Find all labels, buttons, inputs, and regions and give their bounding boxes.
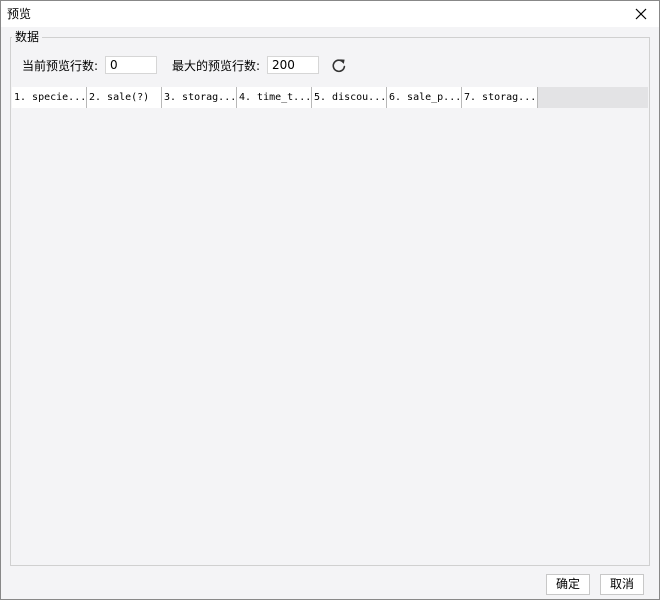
column-header-3[interactable]: 3. storag... bbox=[162, 87, 237, 108]
preview-dialog: 预览 数据 当前预览行数: 最大的预览行数: 1. specie... 2. s… bbox=[0, 0, 660, 600]
refresh-icon bbox=[332, 59, 346, 73]
close-icon bbox=[635, 8, 647, 20]
group-legend: 数据 bbox=[12, 30, 43, 44]
close-button[interactable] bbox=[629, 3, 653, 25]
column-header-2[interactable]: 2. sale(?) bbox=[87, 87, 162, 108]
column-header-5[interactable]: 5. discou... bbox=[312, 87, 387, 108]
column-header-1[interactable]: 1. specie... bbox=[12, 87, 87, 108]
table-header: 1. specie... 2. sale(?) 3. storag... 4. … bbox=[12, 87, 648, 108]
max-rows-input[interactable] bbox=[267, 56, 319, 74]
title-bar: 预览 bbox=[1, 1, 659, 27]
dialog-title: 预览 bbox=[7, 7, 32, 21]
column-header-7[interactable]: 7. storag... bbox=[462, 87, 538, 108]
current-rows-input[interactable] bbox=[105, 56, 157, 74]
preview-table: 1. specie... 2. sale(?) 3. storag... 4. … bbox=[12, 87, 649, 563]
cancel-button[interactable]: 取消 bbox=[600, 574, 644, 595]
column-header-6[interactable]: 6. sale_p... bbox=[387, 87, 462, 108]
ok-button[interactable]: 确定 bbox=[546, 574, 590, 595]
current-rows-label: 当前预览行数: bbox=[22, 59, 99, 73]
refresh-button[interactable] bbox=[330, 57, 348, 75]
table-body bbox=[12, 108, 648, 563]
max-rows-label: 最大的预览行数: bbox=[172, 59, 261, 73]
column-header-4[interactable]: 4. time_t... bbox=[237, 87, 312, 108]
